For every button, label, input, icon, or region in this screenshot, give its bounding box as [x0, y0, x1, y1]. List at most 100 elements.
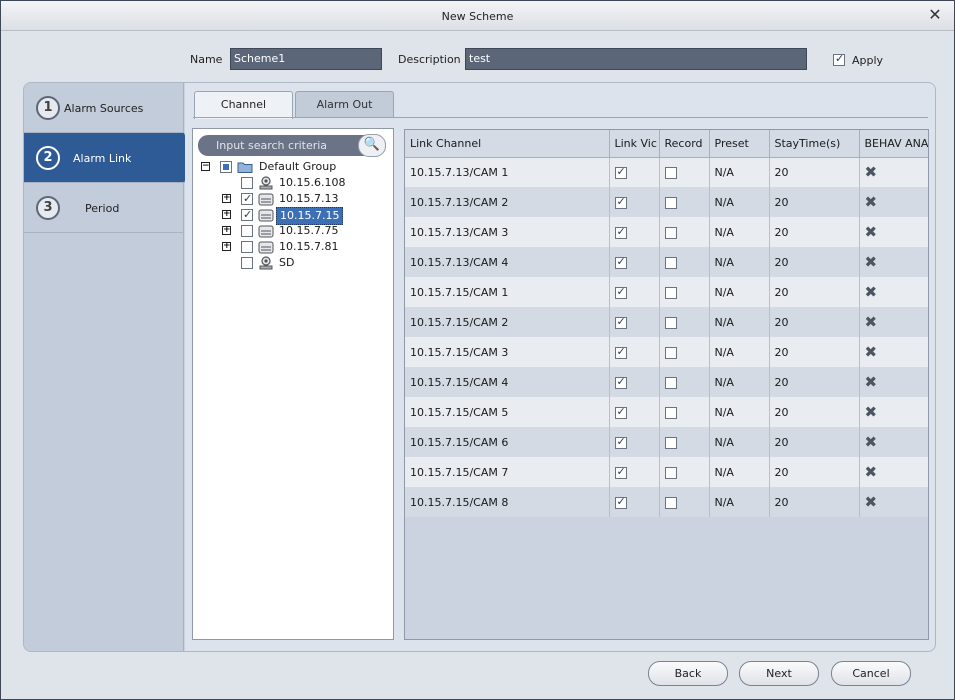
- device-checkbox[interactable]: [241, 225, 253, 237]
- delete-icon[interactable]: ✖: [865, 403, 878, 421]
- preset-cell[interactable]: N/A: [709, 217, 770, 247]
- device-checkbox[interactable]: [241, 241, 253, 253]
- link-video-checkbox[interactable]: [614, 165, 627, 179]
- link-video-checkbox[interactable]: [614, 255, 627, 269]
- table-row[interactable]: 10.15.7.15/CAM 6 N/A 20 ✖: [405, 427, 928, 457]
- table-row[interactable]: 10.15.7.15/CAM 7 N/A 20 ✖: [405, 457, 928, 487]
- link-video-checkbox[interactable]: [614, 495, 627, 509]
- step-period[interactable]: 3 Period: [24, 183, 184, 233]
- device-checkbox[interactable]: [241, 257, 253, 269]
- link-video-checkbox[interactable]: [614, 375, 627, 389]
- delete-icon[interactable]: ✖: [865, 373, 878, 391]
- preset-cell[interactable]: N/A: [709, 367, 770, 397]
- expand-icon[interactable]: +: [222, 242, 231, 251]
- stay-time-cell[interactable]: 20: [769, 427, 860, 457]
- stay-time-cell[interactable]: 20: [769, 367, 860, 397]
- device-checkbox[interactable]: [241, 191, 253, 207]
- stay-time-cell[interactable]: 20: [769, 277, 860, 307]
- delete-icon[interactable]: ✖: [865, 493, 878, 511]
- delete-icon[interactable]: ✖: [865, 343, 878, 361]
- record-checkbox[interactable]: [664, 196, 677, 209]
- stay-time-cell[interactable]: 20: [769, 187, 860, 217]
- close-icon[interactable]: ✕: [926, 6, 944, 24]
- link-video-checkbox[interactable]: [614, 435, 627, 449]
- stay-time-cell[interactable]: 20: [769, 307, 860, 337]
- expand-icon[interactable]: +: [222, 226, 231, 235]
- link-video-checkbox[interactable]: [614, 405, 627, 419]
- group-checkbox[interactable]: [220, 161, 232, 173]
- delete-icon[interactable]: ✖: [865, 463, 878, 481]
- record-checkbox[interactable]: [664, 316, 677, 329]
- step-alarm-link[interactable]: 2 Alarm Link: [24, 133, 194, 183]
- search-icon[interactable]: 🔍: [358, 134, 386, 157]
- table-row[interactable]: 10.15.7.15/CAM 5 N/A 20 ✖: [405, 397, 928, 427]
- record-checkbox[interactable]: [664, 226, 677, 239]
- expand-icon[interactable]: +: [222, 194, 231, 203]
- tab-channel[interactable]: Channel: [194, 91, 293, 119]
- delete-icon[interactable]: ✖: [865, 193, 878, 211]
- delete-icon[interactable]: ✖: [865, 433, 878, 451]
- delete-icon[interactable]: ✖: [865, 223, 878, 241]
- record-checkbox[interactable]: [664, 376, 677, 389]
- apply-checkbox[interactable]: [833, 52, 845, 66]
- preset-cell[interactable]: N/A: [709, 397, 770, 427]
- table-row[interactable]: 10.15.7.13/CAM 4 N/A 20 ✖: [405, 247, 928, 277]
- link-video-checkbox[interactable]: [614, 315, 627, 329]
- expand-icon[interactable]: +: [222, 210, 231, 219]
- table-row[interactable]: 10.15.7.15/CAM 8 N/A 20 ✖: [405, 487, 928, 517]
- table-row[interactable]: 10.15.7.15/CAM 1 N/A 20 ✖: [405, 277, 928, 307]
- back-button[interactable]: Back: [648, 661, 728, 686]
- link-video-checkbox[interactable]: [614, 225, 627, 239]
- stay-time-cell[interactable]: 20: [769, 217, 860, 247]
- column-header[interactable]: StayTime(s): [769, 130, 860, 158]
- delete-icon[interactable]: ✖: [865, 283, 878, 301]
- delete-icon[interactable]: ✖: [865, 163, 878, 181]
- table-row[interactable]: 10.15.7.15/CAM 4 N/A 20 ✖: [405, 367, 928, 397]
- table-row[interactable]: 10.15.7.15/CAM 2 N/A 20 ✖: [405, 307, 928, 337]
- table-row[interactable]: 10.15.7.13/CAM 1 N/A 20 ✖: [405, 157, 928, 187]
- record-checkbox[interactable]: [664, 256, 677, 269]
- preset-cell[interactable]: N/A: [709, 337, 770, 367]
- step-alarm-sources[interactable]: 1 Alarm Sources: [24, 83, 184, 133]
- column-header[interactable]: Link Vic: [609, 130, 660, 158]
- column-header[interactable]: BEHAV ANA: [859, 130, 928, 158]
- record-checkbox[interactable]: [664, 496, 677, 509]
- cancel-button[interactable]: Cancel: [831, 661, 911, 686]
- record-checkbox[interactable]: [664, 286, 677, 299]
- device-checkbox[interactable]: [241, 207, 253, 223]
- delete-icon[interactable]: ✖: [865, 253, 878, 271]
- table-row[interactable]: 10.15.7.15/CAM 3 N/A 20 ✖: [405, 337, 928, 367]
- delete-icon[interactable]: ✖: [865, 313, 878, 331]
- column-header[interactable]: Link Channel: [405, 130, 610, 158]
- table-row[interactable]: 10.15.7.13/CAM 2 N/A 20 ✖: [405, 187, 928, 217]
- record-checkbox[interactable]: [664, 166, 677, 179]
- tab-alarm-out[interactable]: Alarm Out: [295, 91, 394, 118]
- record-checkbox[interactable]: [664, 466, 677, 479]
- next-button[interactable]: Next: [739, 661, 819, 686]
- preset-cell[interactable]: N/A: [709, 157, 770, 187]
- preset-cell[interactable]: N/A: [709, 247, 770, 277]
- stay-time-cell[interactable]: 20: [769, 457, 860, 487]
- device-checkbox[interactable]: [241, 177, 253, 189]
- preset-cell[interactable]: N/A: [709, 307, 770, 337]
- record-checkbox[interactable]: [664, 346, 677, 359]
- stay-time-cell[interactable]: 20: [769, 397, 860, 427]
- stay-time-cell[interactable]: 20: [769, 157, 860, 187]
- column-header[interactable]: Preset: [709, 130, 770, 158]
- link-video-checkbox[interactable]: [614, 465, 627, 479]
- table-row[interactable]: 10.15.7.13/CAM 3 N/A 20 ✖: [405, 217, 928, 247]
- stay-time-cell[interactable]: 20: [769, 337, 860, 367]
- description-field[interactable]: test: [465, 48, 807, 70]
- link-video-checkbox[interactable]: [614, 285, 627, 299]
- preset-cell[interactable]: N/A: [709, 277, 770, 307]
- collapse-icon[interactable]: −: [201, 162, 210, 171]
- record-checkbox[interactable]: [664, 436, 677, 449]
- link-video-checkbox[interactable]: [614, 195, 627, 209]
- stay-time-cell[interactable]: 20: [769, 247, 860, 277]
- link-video-checkbox[interactable]: [614, 345, 627, 359]
- preset-cell[interactable]: N/A: [709, 487, 770, 517]
- name-field[interactable]: Scheme1: [230, 48, 382, 70]
- record-checkbox[interactable]: [664, 406, 677, 419]
- column-header[interactable]: Record: [659, 130, 710, 158]
- preset-cell[interactable]: N/A: [709, 457, 770, 487]
